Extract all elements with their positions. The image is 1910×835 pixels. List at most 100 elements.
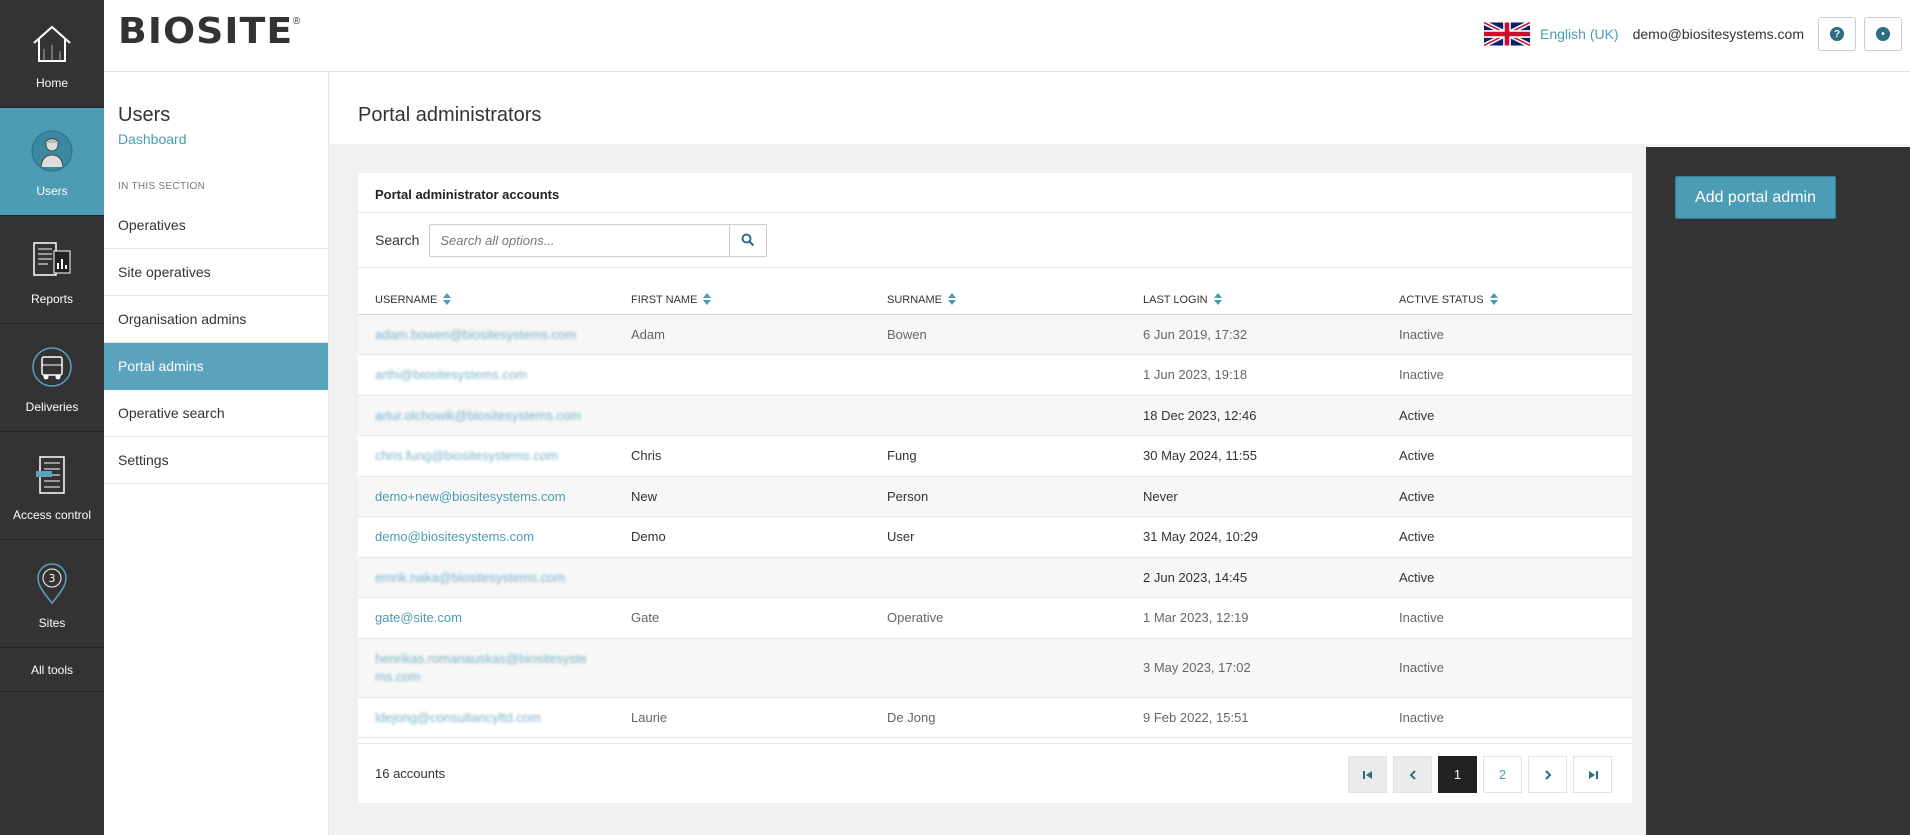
breadcrumb-dashboard[interactable]: Dashboard (104, 127, 328, 147)
help-icon: ? (1830, 27, 1844, 41)
surname-cell: Person (887, 488, 929, 504)
logo-text: BIOSITE (118, 11, 294, 52)
table-row[interactable]: demo@biositesystems.com Demo User 31 May… (358, 517, 1632, 557)
language-selector[interactable]: English (UK) (1540, 26, 1619, 42)
search-icon (741, 233, 755, 247)
username-link[interactable]: ldejong@consultancyltd.com (375, 710, 541, 725)
table-row[interactable]: emrik.naka@biositesystems.com 2 Jun 2023… (358, 557, 1632, 598)
all-tools-link[interactable]: All tools (0, 648, 104, 692)
table-row[interactable]: adam.bowen@biositesystems.com Adam Bowen… (358, 314, 1632, 355)
first-name-cell: Gate (631, 610, 660, 626)
column-header-surname[interactable]: SURNAME (870, 268, 1126, 314)
table-header-row: USERNAME FIRST NAME SURNAME LAST LOGIN A… (358, 268, 1632, 314)
search-button[interactable] (730, 223, 768, 257)
first-name-cell (614, 395, 870, 436)
status-cell: Active (1399, 488, 1435, 504)
subnav-item-operative-search[interactable]: Operative search (104, 390, 328, 437)
rail-item-users[interactable]: Users (0, 108, 104, 216)
table-row[interactable]: ldejong@consultancyltd.com Laurie De Jon… (358, 697, 1632, 738)
status-cell: Inactive (1399, 367, 1444, 383)
last-login-cell: 9 Feb 2022, 15:51 (1143, 709, 1249, 725)
last-login-cell: 30 May 2024, 11:55 (1143, 448, 1257, 464)
page-button-1[interactable]: 1 (1438, 756, 1477, 793)
help-button[interactable]: ? (1818, 17, 1856, 51)
user-icon: • (1876, 27, 1890, 41)
access-control-icon (27, 450, 77, 500)
user-menu-button[interactable]: • (1864, 17, 1902, 51)
column-header-first-name[interactable]: FIRST NAME (614, 268, 870, 314)
search-label: Search (375, 232, 420, 248)
rail-item-reports[interactable]: Reports (0, 216, 104, 324)
status-cell: Inactive (1399, 660, 1444, 675)
header-tools: English (UK) demo@biositesystems.com ? • (1484, 16, 1910, 52)
first-name-cell (614, 638, 870, 697)
rail-label-deliveries: Deliveries (25, 399, 79, 414)
search-input[interactable] (429, 223, 731, 257)
first-name-cell (614, 355, 870, 396)
username-link[interactable]: adam.bowen@biositesystems.com (375, 327, 576, 342)
username-link[interactable]: henrikas.romanauskas@biositesystems.com (375, 650, 590, 686)
surname-cell: Operative (887, 610, 944, 626)
username-link[interactable]: demo+new@biositesystems.com (375, 489, 566, 504)
subnav-item-settings[interactable]: Settings (104, 437, 328, 484)
last-login-cell: 3 May 2023, 17:02 (1143, 660, 1251, 675)
add-portal-admin-button[interactable]: Add portal admin (1675, 176, 1836, 219)
last-login-cell: 6 Jun 2019, 17:32 (1143, 326, 1248, 342)
previous-page-button[interactable] (1393, 756, 1432, 793)
column-header-last-login[interactable]: LAST LOGIN (1126, 268, 1382, 314)
top-header: BIOSITE ® English (UK) demo@biositesyste… (104, 0, 1910, 72)
column-header-active-status[interactable]: ACTIVE STATUS (1382, 268, 1632, 314)
users-icon (27, 126, 77, 176)
rail-label-users: Users (36, 183, 68, 198)
table-row[interactable]: henrikas.romanauskas@biositesystems.com … (358, 638, 1632, 697)
sort-icon (948, 292, 957, 305)
pagination: 1 2 (1342, 756, 1612, 793)
subnav-item-organisation-admins[interactable]: Organisation admins (104, 296, 328, 343)
table-row[interactable]: arthi@biositesystems.com 1 Jun 2023, 19:… (358, 355, 1632, 396)
sort-icon (443, 292, 452, 305)
surname-cell: Fung (887, 448, 917, 464)
username-link[interactable]: demo@biositesystems.com (375, 529, 534, 544)
uk-flag-icon[interactable] (1484, 19, 1531, 49)
sort-icon (703, 292, 712, 305)
subnav-item-site-operatives[interactable]: Site operatives (104, 249, 328, 296)
username-link[interactable]: arthi@biositesystems.com (375, 367, 527, 382)
subnav-item-portal-admins[interactable]: Portal admins (104, 343, 328, 390)
rail-label-home: Home (35, 75, 68, 90)
status-cell: Active (1399, 448, 1435, 464)
biosite-logo[interactable]: BIOSITE ® (118, 14, 300, 50)
username-link[interactable]: gate@site.com (375, 610, 462, 625)
table-row[interactable]: chris.fung@biositesystems.com Chris Fung… (358, 436, 1632, 476)
username-link[interactable]: emrik.naka@biositesystems.com (375, 570, 565, 585)
column-header-username[interactable]: USERNAME (358, 268, 614, 314)
column-label: FIRST NAME (631, 293, 698, 306)
next-page-button[interactable] (1528, 756, 1567, 793)
first-page-button[interactable] (1348, 756, 1387, 793)
subnav-item-operatives[interactable]: Operatives (104, 202, 328, 249)
accounts-table: USERNAME FIRST NAME SURNAME LAST LOGIN A… (358, 268, 1632, 738)
table-footer: 16 accounts 1 2 (358, 743, 1632, 803)
rail-item-access-control[interactable]: Access control (0, 432, 104, 540)
section-label: IN THIS SECTION (118, 181, 206, 192)
page-header: Portal administrators (329, 72, 1910, 144)
account-email: demo@biositesystems.com (1632, 26, 1804, 42)
page-button-2[interactable]: 2 (1483, 756, 1522, 793)
rail-item-sites[interactable]: 3 Sites (0, 540, 104, 648)
last-login-cell: 1 Mar 2023, 12:19 (1143, 610, 1249, 626)
rail-item-home[interactable]: Home (0, 0, 104, 108)
last-page-button[interactable] (1573, 756, 1612, 793)
table-row[interactable]: gate@site.com Gate Operative 1 Mar 2023,… (358, 598, 1632, 638)
surname-cell: De Jong (887, 709, 936, 725)
table-row[interactable]: demo+new@biositesystems.com New Person N… (358, 476, 1632, 517)
sort-icon (1489, 292, 1498, 305)
search-row: Search (358, 213, 1632, 268)
username-link[interactable]: chris.fung@biositesystems.com (375, 448, 558, 463)
surname-cell (870, 638, 1126, 697)
surname-cell: Bowen (887, 326, 927, 342)
first-name-cell: New (631, 488, 658, 504)
table-row[interactable]: artur.olchowik@biositesystems.com 18 Dec… (358, 395, 1632, 436)
deliveries-icon (27, 342, 77, 392)
rail-item-deliveries[interactable]: Deliveries (0, 324, 104, 432)
sort-icon (1213, 292, 1222, 305)
username-link[interactable]: artur.olchowik@biositesystems.com (375, 408, 581, 423)
